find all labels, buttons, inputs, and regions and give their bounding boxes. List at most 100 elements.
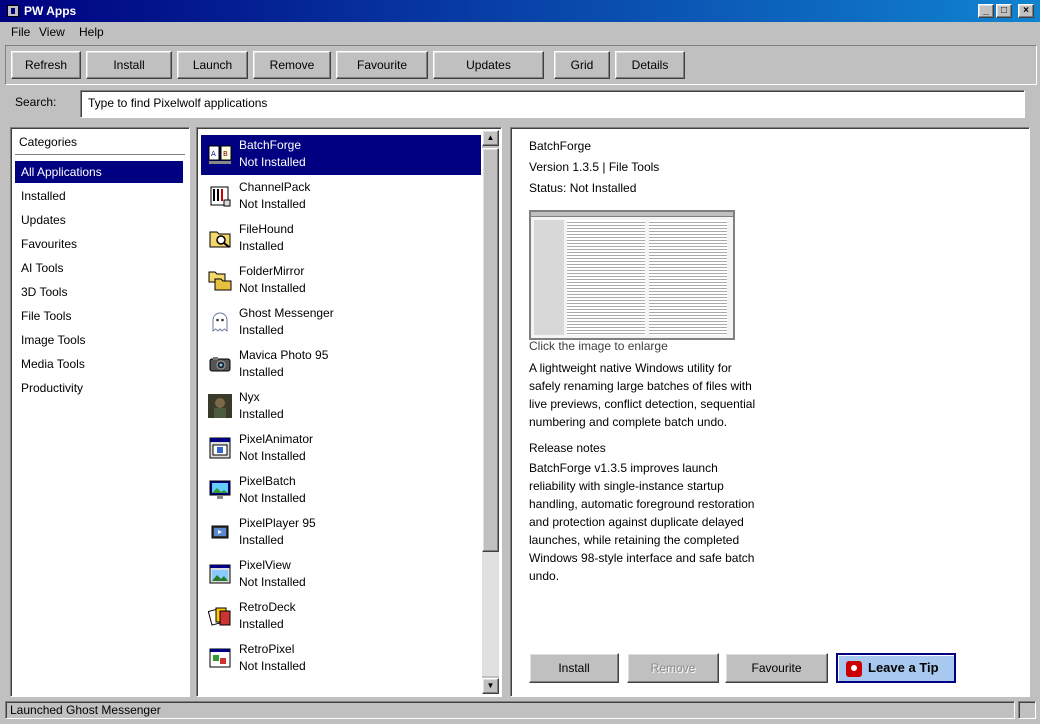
scroll-thumb[interactable] <box>482 148 499 552</box>
status-bar: Launched Ghost Messenger <box>5 701 1015 719</box>
app-name: PixelAnimator <box>239 432 314 446</box>
app-status: Installed <box>239 407 284 421</box>
window-title: PW Apps <box>24 4 77 18</box>
updates-button[interactable]: Updates <box>433 51 544 79</box>
app-status: Not Installed <box>239 449 306 463</box>
app-status: Not Installed <box>239 491 306 505</box>
app-status: Installed <box>239 323 284 337</box>
menu-view[interactable]: View <box>39 25 65 39</box>
app-name: ChannelPack <box>239 180 311 194</box>
app-list-item[interactable]: AB BatchForge Not Installed <box>201 135 481 175</box>
screenshot-thumbnail[interactable] <box>529 210 735 340</box>
retro-image-icon <box>209 648 231 668</box>
details-view-button[interactable]: Details <box>615 51 685 79</box>
category-file-tools[interactable]: File Tools <box>15 305 183 327</box>
app-status: Installed <box>239 533 284 547</box>
media-player-icon <box>211 525 229 539</box>
detail-status: Status: Not Installed <box>529 181 637 195</box>
app-list-item[interactable]: FileHound Installed <box>201 219 481 259</box>
app-name: PixelView <box>239 558 291 572</box>
maximize-button[interactable]: □ <box>996 4 1012 18</box>
scroll-track[interactable] <box>482 552 499 676</box>
app-name: PixelBatch <box>239 474 296 488</box>
details-panel: BatchForge Version 1.3.5 | File Tools St… <box>510 127 1030 697</box>
batch-rename-icon: AB <box>208 145 232 164</box>
app-list-item[interactable]: PixelBatch Not Installed <box>201 471 481 511</box>
package-icon <box>210 186 231 207</box>
menu-file[interactable]: File <box>11 25 30 39</box>
scroll-up-button[interactable]: ▲ <box>482 130 499 146</box>
detail-remove-button[interactable]: Remove <box>627 653 719 683</box>
category-favourites[interactable]: Favourites <box>15 233 183 255</box>
detail-app-name: BatchForge <box>529 139 592 153</box>
animator-icon <box>209 437 231 459</box>
app-name: Ghost Messenger <box>239 306 334 320</box>
app-status: Installed <box>239 617 284 631</box>
folder-search-icon <box>209 231 231 248</box>
app-name: BatchForge <box>239 138 302 152</box>
category-ai-tools[interactable]: AI Tools <box>15 257 183 279</box>
search-label: Search: <box>15 95 57 109</box>
app-list-item[interactable]: PixelPlayer 95 Installed <box>201 513 481 553</box>
tip-cup-icon <box>846 661 862 677</box>
app-name: FolderMirror <box>239 264 305 278</box>
thumbnail-caption: Click the image to enlarge <box>529 339 668 353</box>
category-media-tools[interactable]: Media Tools <box>15 353 183 375</box>
close-button[interactable]: × <box>1018 4 1034 18</box>
app-status: Not Installed <box>239 281 306 295</box>
app-name: FileHound <box>239 222 294 236</box>
tip-label: Leave a Tip <box>868 660 939 675</box>
app-name: Nyx <box>239 390 260 404</box>
category-all-applications[interactable]: All Applications <box>15 161 183 183</box>
image-viewer-icon <box>209 564 231 584</box>
app-list-scrollbar[interactable]: ▲ ▼ <box>482 130 499 694</box>
resize-grip[interactable] <box>1018 701 1036 719</box>
title-bar: PW Apps _ □ × <box>0 0 1040 22</box>
app-status: Not Installed <box>239 659 306 673</box>
category-installed[interactable]: Installed <box>15 185 183 207</box>
app-list-item[interactable]: ChannelPack Not Installed <box>201 177 481 217</box>
photo-icon <box>208 394 232 418</box>
app-status: Installed <box>239 365 284 379</box>
launch-button[interactable]: Launch <box>177 51 248 79</box>
category-3d-tools[interactable]: 3D Tools <box>15 281 183 303</box>
cards-icon <box>208 607 231 626</box>
menu-help[interactable]: Help <box>79 25 104 39</box>
app-status: Not Installed <box>239 575 306 589</box>
leave-a-tip-button[interactable]: Leave a Tip <box>836 653 956 683</box>
monitor-image-icon <box>209 480 231 499</box>
refresh-button[interactable]: Refresh <box>11 51 81 79</box>
category-image-tools[interactable]: Image Tools <box>15 329 183 351</box>
app-icon <box>7 5 19 17</box>
detail-favourite-button[interactable]: Favourite <box>725 653 828 683</box>
app-description: A lightweight native Windows utility for… <box>529 361 756 429</box>
svg-text:B: B <box>223 150 228 158</box>
grid-view-button[interactable]: Grid <box>554 51 610 79</box>
search-input[interactable]: Type to find Pixelwolf applications <box>80 90 1025 118</box>
app-list-item[interactable]: PixelAnimator Not Installed <box>201 429 481 469</box>
app-list-item[interactable]: RetroPixel Not Installed <box>201 639 481 679</box>
scroll-down-button[interactable]: ▼ <box>482 678 499 694</box>
app-list-item[interactable]: RetroDeck Installed <box>201 597 481 637</box>
ghost-icon <box>212 312 228 333</box>
app-list-item[interactable]: Ghost Messenger Installed <box>201 303 481 343</box>
minimize-button[interactable]: _ <box>978 4 994 18</box>
categories-panel: Categories All Applications Installed Up… <box>10 127 190 697</box>
category-updates[interactable]: Updates <box>15 209 183 231</box>
install-button[interactable]: Install <box>86 51 172 79</box>
search-placeholder: Type to find Pixelwolf applications <box>88 96 268 110</box>
svg-text:A: A <box>211 150 216 158</box>
app-list-item[interactable]: Nyx Installed <box>201 387 481 427</box>
remove-button[interactable]: Remove <box>253 51 331 79</box>
app-status: Not Installed <box>239 155 306 169</box>
app-list-item[interactable]: FolderMirror Not Installed <box>201 261 481 301</box>
folders-icon <box>208 271 232 291</box>
favourite-button[interactable]: Favourite <box>336 51 428 79</box>
divider <box>15 154 185 156</box>
app-list-item[interactable]: Mavica Photo 95 Installed <box>201 345 481 385</box>
detail-install-button[interactable]: Install <box>529 653 619 683</box>
category-productivity[interactable]: Productivity <box>15 377 183 399</box>
app-list-item[interactable]: PixelView Not Installed <box>201 555 481 595</box>
app-name: RetroDeck <box>239 600 296 614</box>
status-text: Launched Ghost Messenger <box>10 703 161 717</box>
